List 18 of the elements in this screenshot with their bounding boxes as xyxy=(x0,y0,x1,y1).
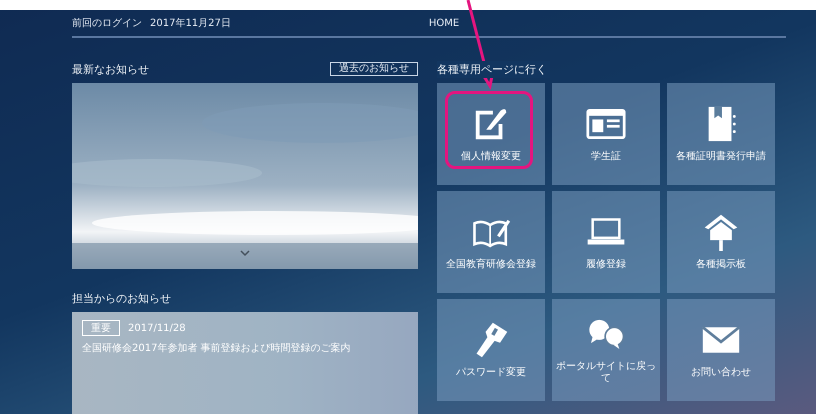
tag: 重要 xyxy=(82,320,120,336)
menu-tile[interactable]: 全国教育研修会登録 xyxy=(437,191,545,293)
menu-tile[interactable]: パスワード変更 xyxy=(437,299,545,401)
section-title: 各種専用ページに行く xyxy=(437,60,550,78)
menu-tile[interactable]: 個人情報変更 xyxy=(437,83,545,185)
last-login-date: 2017年11月27日 xyxy=(150,17,231,30)
last-login-label: 前回のログイン xyxy=(72,17,142,30)
menu-tile[interactable]: 各種掲示板 xyxy=(667,191,775,293)
section-title: 最新なお知らせ xyxy=(72,62,149,76)
menu-tile[interactable]: 各種証明書発行申請 xyxy=(667,83,775,185)
menu-tile[interactable]: 履修登録 xyxy=(552,191,660,293)
past-news-button[interactable]: 過去のお知らせ xyxy=(330,62,418,76)
home-link[interactable]: HOME xyxy=(428,18,460,28)
menu-tile[interactable]: ポータルサイトに戻って xyxy=(552,299,660,401)
section-title: 担当からのお知らせ xyxy=(72,290,171,306)
news-date: 2017/11/28 xyxy=(128,322,186,334)
menu-tile[interactable]: 学生証 xyxy=(552,83,660,185)
menu-tile[interactable]: お問い合わせ xyxy=(667,299,775,401)
